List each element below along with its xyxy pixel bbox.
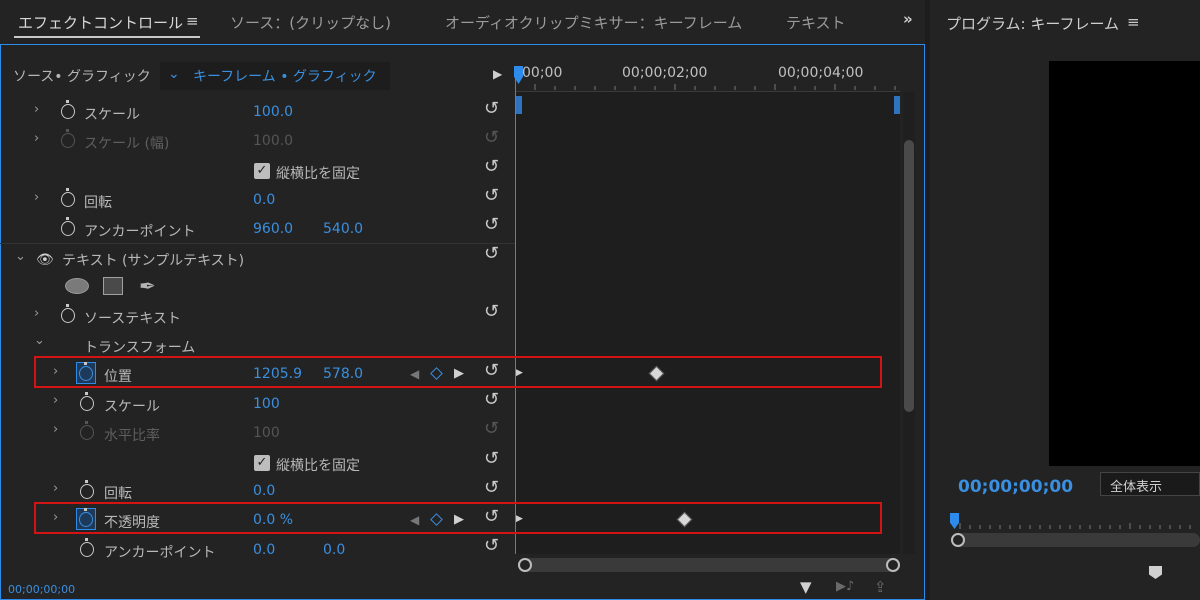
pen-mask-icon[interactable]: ✒ xyxy=(139,274,156,298)
transform-scale-value[interactable]: 100 xyxy=(253,396,280,412)
reset-icon: ↺ xyxy=(484,418,500,439)
out-point-marker[interactable] xyxy=(894,96,900,114)
prop-label-source-text: ソーステキスト xyxy=(84,311,181,327)
chevron-down-icon: ⌄ xyxy=(168,66,180,82)
transform-rotation-value[interactable]: 0.0 xyxy=(253,483,275,499)
panel-menu-icon[interactable]: ≡ xyxy=(186,12,199,30)
vertical-scrollbar-thumb[interactable] xyxy=(904,140,914,412)
expand-chevron-icon[interactable]: › xyxy=(53,393,58,408)
stopwatch-icon[interactable] xyxy=(61,217,75,236)
rotation-value[interactable]: 0.0 xyxy=(253,192,275,208)
source-clip-label[interactable]: ソース• グラフィック xyxy=(13,66,151,86)
reset-icon[interactable]: ↺ xyxy=(484,100,499,118)
play-clip-icon[interactable]: ▶ xyxy=(493,67,502,81)
stopwatch-icon[interactable] xyxy=(61,188,75,207)
section-divider xyxy=(0,243,515,244)
tab-effect-controls[interactable]: エフェクトコントロール xyxy=(18,12,183,33)
active-tab-underline xyxy=(14,36,200,38)
collapse-chevron-icon[interactable]: ⌄ xyxy=(34,333,45,348)
filter-icon[interactable]: ▼ xyxy=(800,578,812,596)
prop-label-anchor: アンカーポイント xyxy=(84,224,196,240)
stopwatch-icon[interactable] xyxy=(80,392,94,411)
prop-label-scale-width: スケール (幅) xyxy=(84,136,170,152)
reset-icon[interactable]: ↺ xyxy=(484,537,499,555)
timeline-zoom-scrollbar[interactable] xyxy=(518,558,900,572)
reset-icon[interactable]: ↺ xyxy=(484,187,499,205)
ruler-label-0: 00;00 xyxy=(522,65,563,81)
prop-label-transform-anchor: アンカーポイント xyxy=(104,545,216,561)
panel-menu-icon[interactable]: ≡ xyxy=(1127,13,1140,31)
zoom-handle-right[interactable] xyxy=(886,558,900,572)
expand-chevron-icon[interactable]: › xyxy=(53,422,58,437)
collapse-chevron-icon[interactable]: ⌄ xyxy=(15,249,26,264)
program-zoom-scrollbar[interactable] xyxy=(952,533,1200,547)
reset-icon[interactable]: ↺ xyxy=(484,158,499,176)
stopwatch-icon[interactable] xyxy=(80,480,94,499)
program-time-ruler[interactable] xyxy=(950,513,1200,531)
rectangle-mask-icon[interactable] xyxy=(103,277,123,295)
keyframe-timeline[interactable] xyxy=(515,92,900,554)
program-timecode[interactable]: 00;00;00;00 xyxy=(958,477,1073,497)
expand-chevron-icon[interactable]: › xyxy=(53,481,58,496)
tab-audio-clip-mixer[interactable]: オーディオクリップミキサー：キーフレーム xyxy=(445,12,742,33)
reset-icon[interactable]: ↺ xyxy=(484,303,499,321)
tab-text[interactable]: テキスト xyxy=(786,12,846,33)
expand-chevron-icon[interactable]: › xyxy=(34,306,39,321)
anchor-x-value[interactable]: 960.0 xyxy=(253,221,293,237)
reset-icon[interactable]: ↺ xyxy=(484,245,499,263)
overflow-tabs-icon[interactable]: » xyxy=(903,10,913,28)
playhead-line xyxy=(515,70,516,554)
current-timecode[interactable]: 00;00;00;00 xyxy=(8,583,75,596)
ruler-label-2s: 00;00;02;00 xyxy=(622,65,708,81)
uniform-scale-label: 縦横比を固定 xyxy=(276,458,360,474)
uniform-scale-checkbox[interactable]: ✓ xyxy=(254,163,270,179)
reset-icon[interactable]: ↺ xyxy=(484,479,499,497)
program-preview[interactable] xyxy=(1049,61,1200,466)
play-audio-icon[interactable]: ▶♪ xyxy=(836,579,854,594)
uniform-scale-label: 縦横比を固定 xyxy=(276,166,360,182)
ruler-label-4s: 00;00;04;00 xyxy=(778,65,864,81)
prop-label-horizontal-scale: 水平比率 xyxy=(104,428,160,444)
in-point-marker[interactable] xyxy=(516,96,522,114)
ellipse-mask-icon[interactable] xyxy=(65,278,89,294)
expand-chevron-icon[interactable]: › xyxy=(34,131,39,146)
program-zoom-handle[interactable] xyxy=(951,533,965,547)
tab-source[interactable]: ソース：(クリップなし) xyxy=(230,12,391,33)
opacity-highlight-box xyxy=(34,502,882,534)
stopwatch-icon xyxy=(61,129,75,148)
transform-group-label: トランスフォーム xyxy=(84,340,196,356)
prop-label-scale: スケール xyxy=(84,107,140,123)
program-monitor-title[interactable]: プログラム: キーフレーム xyxy=(946,13,1119,34)
stopwatch-icon[interactable] xyxy=(61,100,75,119)
scale-width-value: 100.0 xyxy=(253,133,294,149)
stopwatch-icon xyxy=(80,421,94,440)
stopwatch-icon[interactable] xyxy=(80,538,94,557)
scale-value[interactable]: 100.0 xyxy=(253,104,293,120)
horizontal-scale-value: 100 xyxy=(253,425,280,441)
zoom-handle-left[interactable] xyxy=(518,558,532,572)
prop-label-transform-rotation: 回転 xyxy=(104,486,132,502)
reset-icon[interactable]: ↺ xyxy=(484,216,499,234)
sequence-clip-label: キーフレーム • グラフィック xyxy=(193,69,377,85)
stopwatch-icon[interactable] xyxy=(61,304,75,323)
transform-anchor-x-value[interactable]: 0.0 xyxy=(253,542,275,558)
zoom-level-value: 全体表示 xyxy=(1110,480,1163,495)
prop-label-rotation: 回転 xyxy=(84,195,112,211)
eye-icon[interactable]: 👁 xyxy=(36,252,54,268)
prop-label-transform-scale: スケール xyxy=(104,399,160,415)
reset-icon: ↺ xyxy=(484,127,500,148)
transform-anchor-y-value[interactable]: 0.0 xyxy=(323,542,345,558)
text-layer-label: テキスト (サンプルテキスト) xyxy=(62,253,245,269)
reset-icon[interactable]: ↺ xyxy=(484,391,499,409)
uniform-scale-checkbox[interactable]: ✓ xyxy=(254,455,270,471)
export-icon[interactable]: ⇪ xyxy=(874,578,887,596)
position-highlight-box xyxy=(34,356,882,388)
expand-chevron-icon[interactable]: › xyxy=(34,190,39,205)
anchor-y-value[interactable]: 540.0 xyxy=(323,221,363,237)
reset-icon[interactable]: ↺ xyxy=(484,450,499,468)
expand-chevron-icon[interactable]: › xyxy=(34,102,39,117)
